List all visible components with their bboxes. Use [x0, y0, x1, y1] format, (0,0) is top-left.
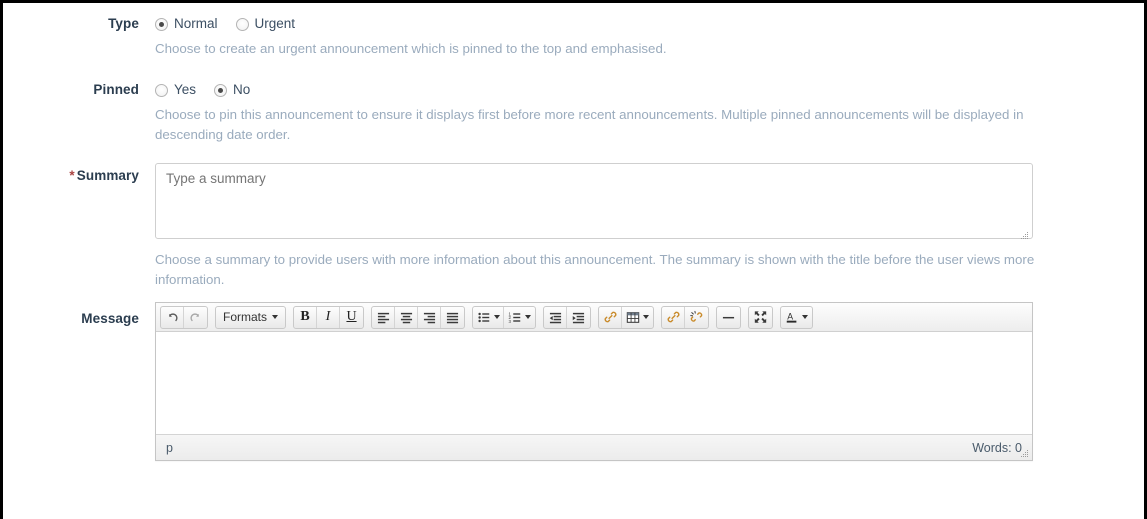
radio-checked-icon[interactable]: [214, 83, 228, 97]
radio-unchecked-icon[interactable]: [155, 83, 168, 97]
pinned-option-no-label: No: [233, 82, 251, 97]
summary-field: Choose a summary to provide users with m…: [155, 163, 1144, 290]
form-row-type: Type Normal Urgent Choose to create an u…: [3, 11, 1144, 59]
pinned-option-yes[interactable]: Yes: [155, 82, 196, 98]
type-help-text: Choose to create an urgent announcement …: [155, 41, 667, 56]
pinned-field: Yes No Choose to pin this announcement t…: [155, 77, 1144, 145]
indent-icon[interactable]: [567, 307, 590, 328]
radio-unchecked-icon[interactable]: [235, 17, 249, 31]
form-row-summary: *Summary Choose a summary to provide use…: [3, 163, 1144, 290]
chevron-down-icon: [802, 315, 809, 319]
chevron-down-icon: [643, 315, 650, 319]
pinned-option-no[interactable]: No: [214, 82, 250, 98]
toolbar-group-history: [160, 305, 208, 329]
type-option-urgent[interactable]: Urgent: [235, 16, 296, 32]
pinned-label: Pinned: [93, 82, 139, 97]
insert-link-icon[interactable]: [662, 306, 686, 328]
bullet-list-icon[interactable]: [473, 306, 505, 328]
toolbar-group-indentation: [543, 305, 592, 329]
unlink-icon[interactable]: [685, 307, 708, 328]
message-label: Message: [81, 311, 139, 326]
rich-text-editor: Formats B I U 1 2 3 A p Words: 0: [155, 302, 1033, 461]
type-option-normal[interactable]: Normal: [155, 16, 218, 32]
svg-text:A: A: [787, 312, 793, 322]
align-justify-icon[interactable]: [441, 307, 464, 328]
summary-help-text: Choose a summary to provide users with m…: [155, 252, 1035, 287]
svg-text:3: 3: [508, 318, 511, 323]
summary-input[interactable]: [155, 163, 1033, 239]
bold-icon[interactable]: B: [294, 306, 318, 328]
outdent-icon[interactable]: [544, 306, 568, 328]
toolbar-group-link-tools: [661, 305, 710, 329]
undo-icon-svg: [168, 312, 178, 321]
required-asterisk: *: [69, 168, 75, 183]
pinned-option-yes-label: Yes: [174, 82, 197, 97]
toolbar-group-text-color: A: [780, 305, 814, 329]
toolbar-group-lists: 1 2 3: [472, 305, 537, 329]
formats-dropdown[interactable]: Formats: [216, 307, 285, 328]
toolbar-group-inline-style: B I U: [293, 305, 365, 329]
toolbar-group-horizontal-rule: [716, 305, 742, 329]
redo-icon[interactable]: [184, 307, 207, 328]
type-option-normal-label: Normal: [174, 16, 218, 31]
form-row-pinned: Pinned Yes No Choose to pin this announc…: [3, 77, 1144, 145]
toolbar-group-insert: [598, 305, 655, 329]
fullscreen-icon[interactable]: [749, 307, 772, 328]
horizontal-rule-icon[interactable]: [717, 307, 740, 328]
chevron-down-icon: [493, 315, 500, 319]
toolbar-group-alignment: [371, 305, 466, 329]
toolbar-group-formats: Formats: [215, 305, 287, 329]
link-icon[interactable]: [599, 306, 623, 328]
align-left-icon[interactable]: [372, 306, 396, 328]
toolbar-group-fullscreen: [748, 305, 774, 329]
pinned-radio-group[interactable]: Yes No: [155, 77, 1136, 103]
summary-label-text: Summary: [76, 168, 139, 183]
message-editor-body[interactable]: [156, 332, 1032, 434]
chevron-down-icon: [272, 315, 279, 319]
radio-checked-icon[interactable]: [155, 17, 168, 31]
numbered-list-icon[interactable]: 1 2 3: [504, 307, 535, 328]
formats-dropdown-label: Formats: [223, 310, 268, 324]
form-row-message: Message Formats B I U 1 2 3 A p Words: 0: [3, 302, 1144, 461]
align-right-icon[interactable]: [418, 306, 442, 328]
type-option-urgent-label: Urgent: [254, 16, 296, 31]
element-path[interactable]: p: [166, 441, 173, 455]
editor-resize-handle[interactable]: [1019, 448, 1030, 459]
italic-icon[interactable]: I: [317, 306, 341, 328]
chevron-down-icon: [525, 315, 532, 319]
summary-label: * Summary: [3, 163, 155, 186]
underline-icon[interactable]: U: [340, 307, 363, 328]
italic-glyph: I: [325, 309, 331, 324]
bold-glyph: B: [300, 309, 310, 324]
type-radio-group[interactable]: Normal Urgent: [155, 11, 1136, 37]
message-field: Formats B I U 1 2 3 A p Words: 0: [155, 302, 1144, 461]
pinned-help-text: Choose to pin this announcement to ensur…: [155, 107, 1024, 142]
underline-glyph: U: [346, 309, 357, 324]
undo-icon[interactable]: [161, 306, 184, 328]
editor-toolbar: Formats B I U 1 2 3 A: [156, 303, 1032, 332]
announcement-form-panel: Type Normal Urgent Choose to create an u…: [0, 0, 1147, 519]
align-center-icon[interactable]: [395, 306, 419, 328]
redo-icon-svg: [190, 312, 199, 321]
word-count: Words: 0: [972, 440, 1022, 455]
text-color-icon[interactable]: A: [781, 307, 812, 328]
type-field: Normal Urgent Choose to create an urgent…: [155, 11, 1144, 59]
table-icon[interactable]: [622, 307, 653, 328]
editor-status-bar: p Words: 0: [156, 434, 1032, 460]
type-label: Type: [108, 16, 139, 31]
